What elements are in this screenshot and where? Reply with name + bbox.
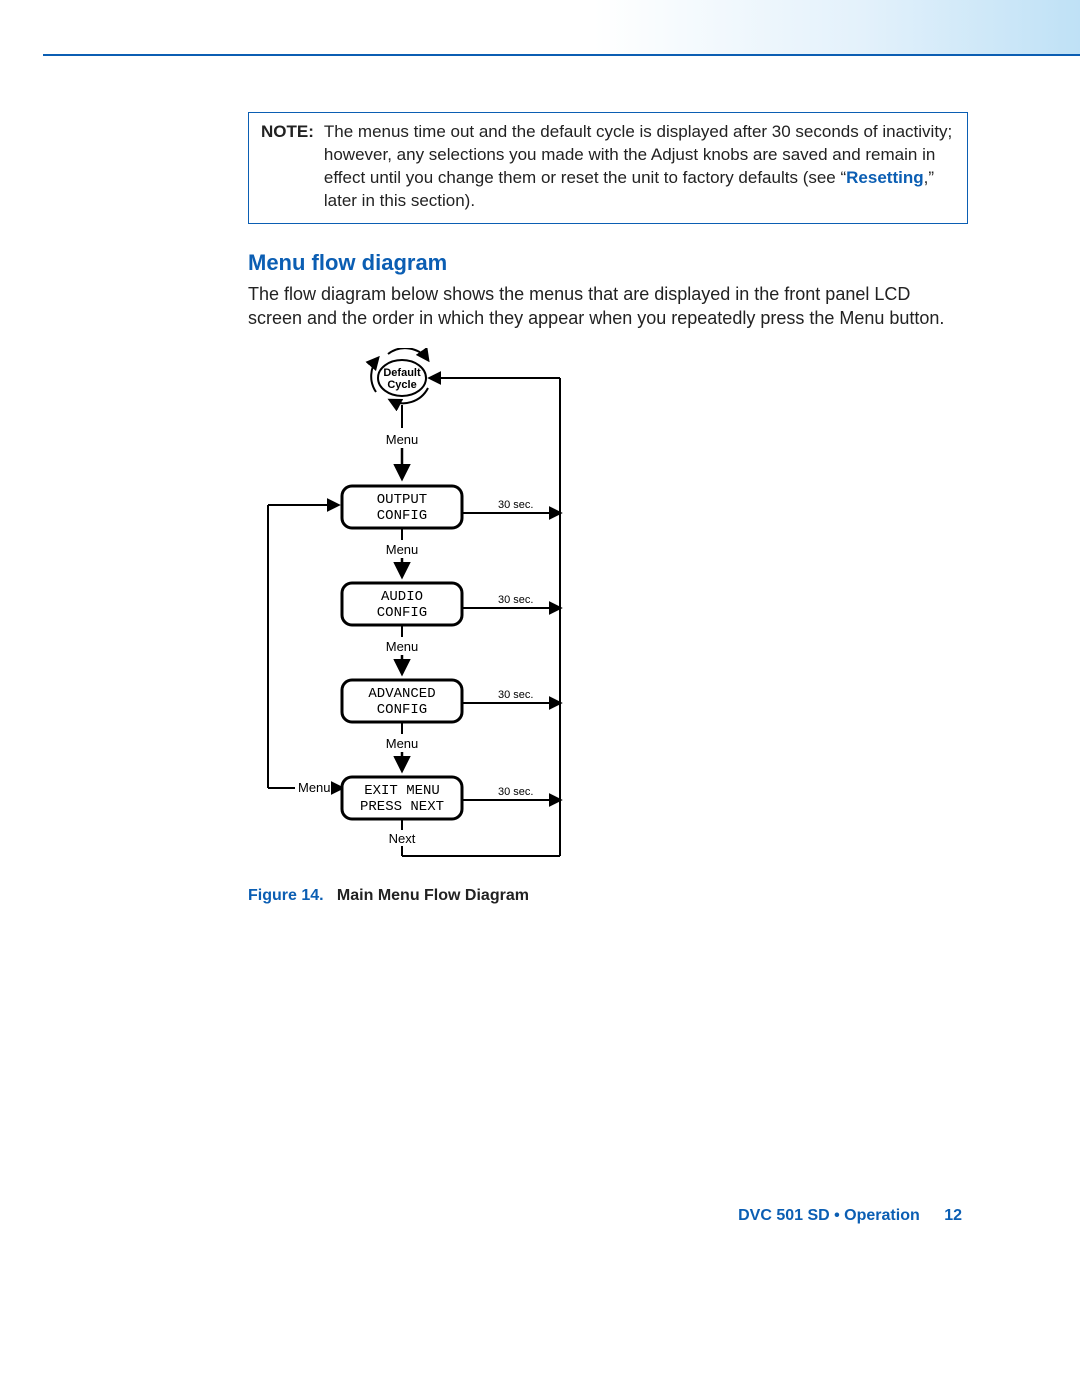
timeout-3: 30 sec. — [498, 786, 533, 798]
default-cycle-node: Default Cycle — [371, 348, 428, 403]
cycle-label-top: Default — [383, 367, 421, 379]
edge-label-2: Menu — [386, 639, 419, 654]
edge-label-1: Menu — [386, 542, 419, 557]
section-heading: Menu flow diagram — [248, 250, 968, 276]
node-audio-config: AUDIO CONFIG — [342, 583, 462, 625]
edge-label-3: Menu — [386, 736, 419, 751]
node0-line2: CONFIG — [377, 508, 427, 524]
footer-page: 12 — [944, 1207, 962, 1224]
node-output-config: OUTPUT CONFIG — [342, 486, 462, 528]
node1-line2: CONFIG — [377, 605, 427, 621]
figure-title: Main Menu Flow Diagram — [337, 887, 529, 904]
timeout-0: 30 sec. — [498, 499, 533, 511]
menu-flow-diagram: Menu Default Cycle Menu — [250, 348, 968, 873]
section-body: The flow diagram below shows the menus t… — [248, 282, 968, 331]
next-label: Next — [389, 831, 416, 846]
page-footer: DVC 501 SD • Operation 12 — [738, 1207, 962, 1225]
node0-line1: OUTPUT — [377, 492, 427, 508]
note-text: The menus time out and the default cycle… — [324, 121, 955, 213]
resetting-link[interactable]: Resetting — [846, 168, 923, 187]
flow-diagram-svg: Menu Default Cycle Menu — [250, 348, 630, 868]
timeout-2: 30 sec. — [498, 689, 533, 701]
node2-line1: ADVANCED — [368, 686, 435, 702]
edge-label-0: Menu — [386, 432, 419, 447]
left-menu-label: Menu — [298, 780, 331, 795]
page: NOTE: The menus time out and the default… — [0, 0, 1080, 1397]
node3-line1: EXIT MENU — [364, 783, 440, 799]
header-bar — [0, 0, 1080, 56]
figure-number: Figure 14. — [248, 887, 324, 904]
content-area: NOTE: The menus time out and the default… — [248, 112, 968, 905]
node2-line2: CONFIG — [377, 702, 427, 718]
node-exit-menu: EXIT MENU PRESS NEXT — [342, 777, 462, 819]
timeout-1: 30 sec. — [498, 594, 533, 606]
cycle-label-bottom: Cycle — [387, 379, 416, 391]
footer-title: DVC 501 SD • Operation — [738, 1207, 920, 1224]
note-box: NOTE: The menus time out and the default… — [248, 112, 968, 224]
node1-line1: AUDIO — [381, 589, 423, 605]
node-advanced-config: ADVANCED CONFIG — [342, 680, 462, 722]
figure-caption: Figure 14. Main Menu Flow Diagram — [248, 887, 968, 905]
note-label: NOTE: — [261, 121, 314, 144]
node3-line2: PRESS NEXT — [360, 799, 444, 815]
